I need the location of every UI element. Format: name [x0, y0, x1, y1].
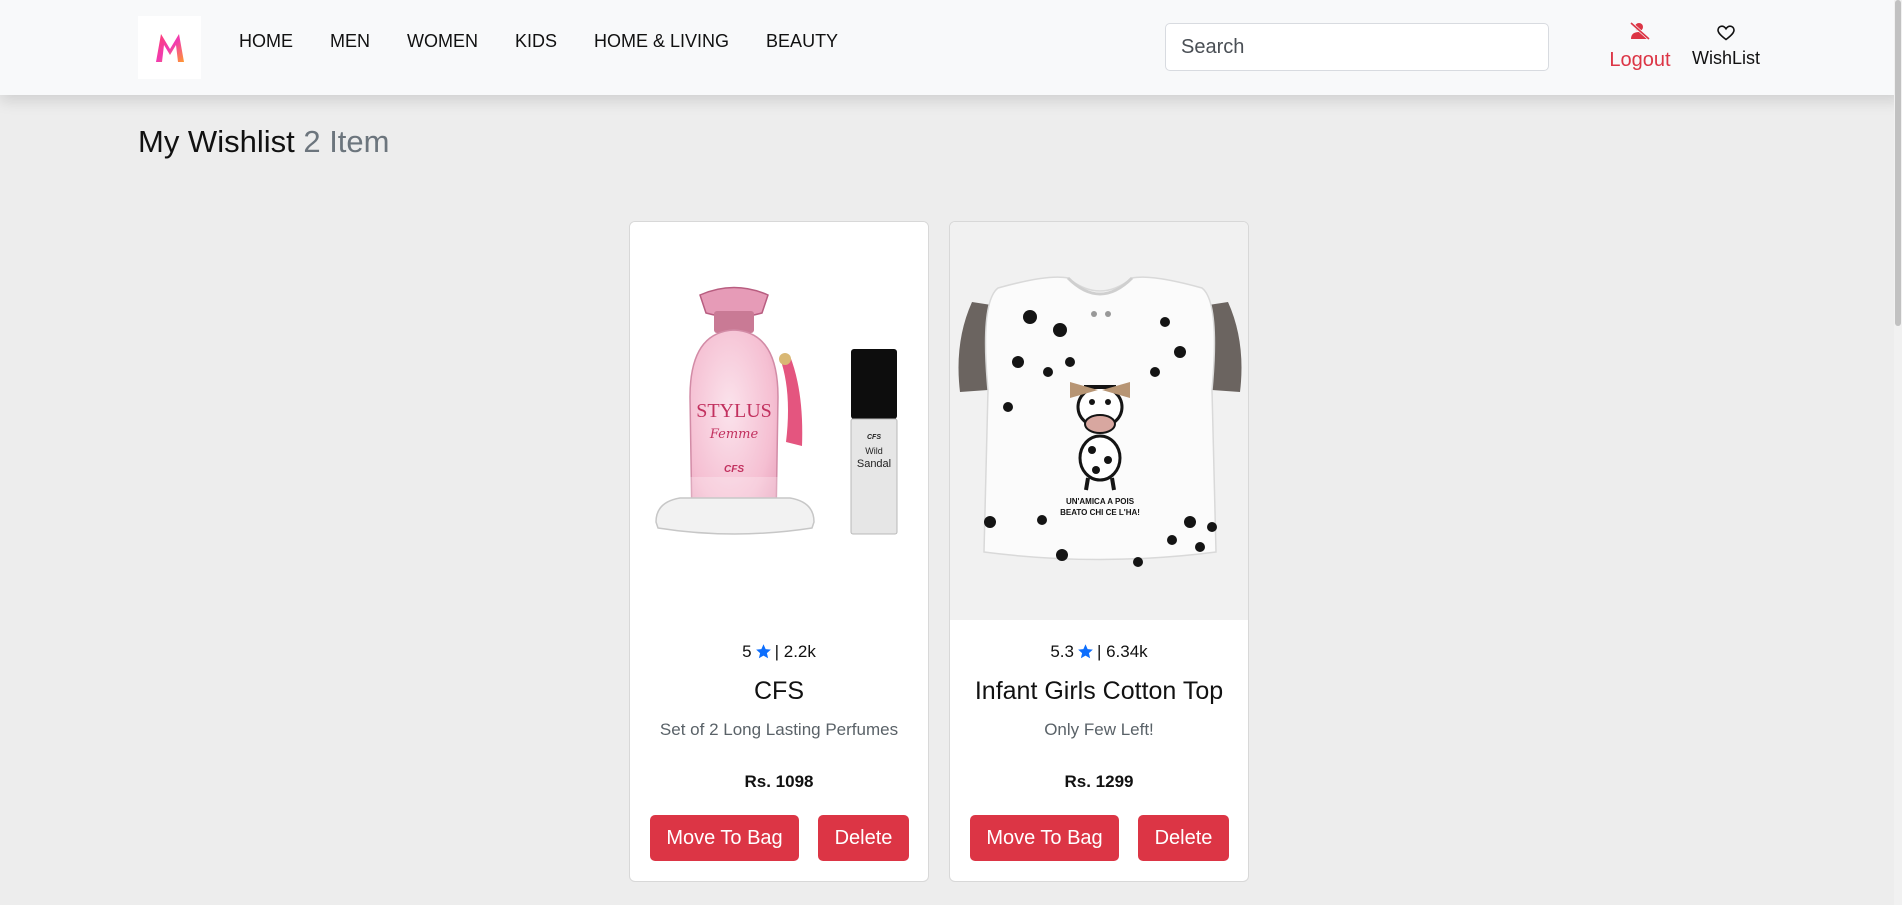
product-image[interactable]: STYLUS Femme CFS CFS Wild Sandal: [630, 222, 928, 620]
product-rating: 5 | 2.2k: [630, 642, 928, 665]
review-count: | 6.34k: [1096, 642, 1148, 661]
menu-home-living[interactable]: HOME & LIVING: [594, 31, 729, 52]
tee-print-line-2: BEATO CHI CE L'HA!: [1060, 508, 1140, 517]
scrollbar[interactable]: [1894, 0, 1902, 905]
wishlist-label: WishList: [1691, 48, 1760, 68]
wishlist-title: My Wishlist: [138, 124, 295, 159]
scrollbar-thumb[interactable]: [1895, 0, 1901, 326]
product-price: Rs. 1299: [1064, 772, 1134, 791]
wishlist-card: STYLUS Femme CFS CFS Wild Sandal 5 | 2.2k…: [629, 221, 929, 882]
product-price: Rs. 1098: [744, 772, 814, 791]
stylus-text: STYLUS: [696, 400, 772, 422]
cfs-logo-text: CFS: [724, 464, 744, 475]
logout-button[interactable]: Logout: [1605, 21, 1675, 72]
small-bottle-label-2: Sandal: [857, 458, 891, 470]
menu-women[interactable]: WOMEN: [407, 31, 478, 52]
move-to-bag-button[interactable]: Move To Bag: [650, 815, 799, 861]
product-rating: 5.3 | 6.34k: [950, 642, 1248, 665]
wishlist-card: UN'AMICA A POIS BEATO CHI CE L'HA! 5.3 | …: [949, 221, 1249, 882]
rating-value: 5.3: [1050, 642, 1074, 661]
small-bottle-brand: CFS: [867, 434, 881, 441]
product-name: CFS: [754, 677, 804, 705]
main-menu: HOME MEN WOMEN KIDS HOME & LIVING BEAUTY: [239, 31, 875, 52]
femme-text: Femme: [709, 427, 759, 442]
item-count: 2 Item: [303, 124, 390, 159]
rating-value: 5: [742, 642, 752, 661]
product-image[interactable]: UN'AMICA A POIS BEATO CHI CE L'HA!: [950, 222, 1248, 620]
myntra-logo[interactable]: [138, 16, 201, 79]
product-description: Only Few Left!: [1044, 720, 1154, 739]
wishlist-link[interactable]: WishList: [1688, 25, 1764, 69]
delete-button[interactable]: Delete: [1138, 815, 1229, 861]
menu-beauty[interactable]: BEAUTY: [766, 31, 838, 52]
navbar: HOME MEN WOMEN KIDS HOME & LIVING BEAUTY…: [0, 0, 1902, 95]
product-description: Set of 2 Long Lasting Perfumes: [659, 720, 899, 739]
menu-home[interactable]: HOME: [239, 31, 293, 52]
star-icon: [1077, 643, 1094, 665]
menu-kids[interactable]: KIDS: [515, 31, 557, 52]
star-icon: [755, 643, 772, 665]
menu-men[interactable]: MEN: [330, 31, 370, 52]
heart-icon: [1717, 25, 1735, 45]
delete-button[interactable]: Delete: [818, 815, 909, 861]
tee-print-line-1: UN'AMICA A POIS: [1066, 497, 1135, 506]
page-title: My Wishlist 2 Item: [138, 124, 390, 160]
review-count: | 2.2k: [774, 642, 816, 661]
small-bottle-label-1: Wild: [865, 446, 883, 456]
move-to-bag-button[interactable]: Move To Bag: [970, 815, 1119, 861]
product-name: Infant Girls Cotton Top: [974, 677, 1224, 705]
search-input[interactable]: [1165, 23, 1549, 71]
logout-label: Logout: [1609, 49, 1671, 71]
user-slash-icon: [1629, 21, 1651, 44]
